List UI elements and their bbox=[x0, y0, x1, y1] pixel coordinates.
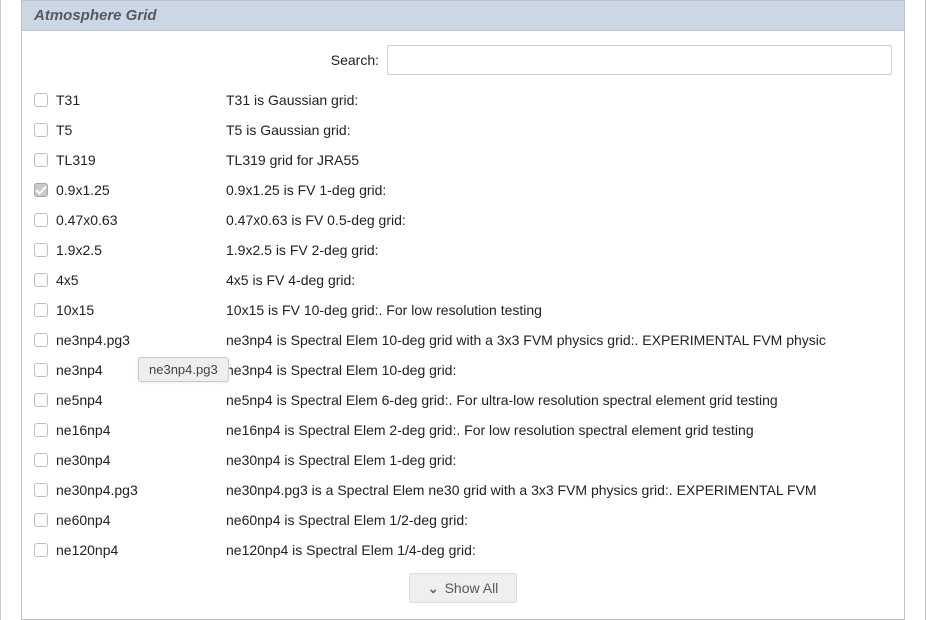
grid-description: ne120np4 is Spectral Elem 1/4-deg grid: bbox=[226, 542, 904, 558]
grid-row: 10x1510x15 is FV 10-deg grid:. For low r… bbox=[22, 295, 904, 325]
grid-checkbox-col bbox=[34, 483, 56, 497]
grid-row: ne120np4ne120np4 is Spectral Elem 1/4-de… bbox=[22, 535, 904, 565]
grid-description: ne3np4 is Spectral Elem 10-deg grid with… bbox=[226, 332, 904, 348]
page-container: Atmosphere Grid Search: T31T31 is Gaussi… bbox=[0, 0, 926, 620]
search-row: Search: bbox=[22, 31, 904, 85]
grid-checkbox[interactable] bbox=[34, 213, 48, 227]
show-all-button[interactable]: ⌄ Show All bbox=[409, 573, 518, 603]
grid-checkbox-col bbox=[34, 213, 56, 227]
footer-row: ⌄ Show All bbox=[22, 565, 904, 613]
grid-checkbox[interactable] bbox=[34, 243, 48, 257]
grid-name[interactable]: 0.9x1.25 bbox=[56, 182, 226, 198]
grid-row: ne60np4ne60np4 is Spectral Elem 1/2-deg … bbox=[22, 505, 904, 535]
grid-row: ne3np4ne3np4 is Spectral Elem 10-deg gri… bbox=[22, 355, 904, 385]
grid-checkbox-col bbox=[34, 363, 56, 377]
grid-name[interactable]: ne30np4.pg3 bbox=[56, 482, 226, 498]
grid-name[interactable]: ne16np4 bbox=[56, 422, 226, 438]
grid-checkbox[interactable] bbox=[34, 303, 48, 317]
grid-row: 1.9x2.51.9x2.5 is FV 2-deg grid: bbox=[22, 235, 904, 265]
grid-name[interactable]: 10x15 bbox=[56, 302, 226, 318]
grid-row: 4x54x5 is FV 4-deg grid: bbox=[22, 265, 904, 295]
grid-checkbox[interactable] bbox=[34, 423, 48, 437]
grid-description: ne3np4 is Spectral Elem 10-deg grid: bbox=[226, 362, 904, 378]
grid-checkbox-col bbox=[34, 273, 56, 287]
panel-title: Atmosphere Grid bbox=[34, 7, 157, 24]
grid-name[interactable]: 1.9x2.5 bbox=[56, 242, 226, 258]
grid-checkbox[interactable] bbox=[34, 363, 48, 377]
grid-row: ne3np4.pg3ne3np4 is Spectral Elem 10-deg… bbox=[22, 325, 904, 355]
grid-description: ne16np4 is Spectral Elem 2-deg grid:. Fo… bbox=[226, 422, 904, 438]
grid-description: TL319 grid for JRA55 bbox=[226, 152, 904, 168]
grid-checkbox-col bbox=[34, 303, 56, 317]
grid-checkbox-col bbox=[34, 513, 56, 527]
grid-row: T31T31 is Gaussian grid: bbox=[22, 85, 904, 115]
grid-description: ne30np4 is Spectral Elem 1-deg grid: bbox=[226, 452, 904, 468]
grid-description: ne30np4.pg3 is a Spectral Elem ne30 grid… bbox=[226, 482, 904, 498]
grid-row: TL319TL319 grid for JRA55 bbox=[22, 145, 904, 175]
grid-checkbox-col bbox=[34, 243, 56, 257]
grid-row: ne5np4ne5np4 is Spectral Elem 6-deg grid… bbox=[22, 385, 904, 415]
grid-description: 10x15 is FV 10-deg grid:. For low resolu… bbox=[226, 302, 904, 318]
grid-checkbox[interactable] bbox=[34, 483, 48, 497]
grid-checkbox[interactable] bbox=[34, 513, 48, 527]
search-label: Search: bbox=[34, 52, 387, 68]
grid-description: 1.9x2.5 is FV 2-deg grid: bbox=[226, 242, 904, 258]
grid-checkbox-col bbox=[34, 333, 56, 347]
grid-name[interactable]: T31 bbox=[56, 92, 226, 108]
grid-checkbox[interactable] bbox=[34, 153, 48, 167]
grid-description: 0.9x1.25 is FV 1-deg grid: bbox=[226, 182, 904, 198]
grid-description: 0.47x0.63 is FV 0.5-deg grid: bbox=[226, 212, 904, 228]
chevron-down-icon: ⌄ bbox=[428, 582, 439, 595]
grid-description: T5 is Gaussian grid: bbox=[226, 122, 904, 138]
grid-name[interactable]: ne60np4 bbox=[56, 512, 226, 528]
atmosphere-grid-panel: Atmosphere Grid Search: T31T31 is Gaussi… bbox=[21, 0, 905, 620]
grid-description: 4x5 is FV 4-deg grid: bbox=[226, 272, 904, 288]
grid-row: ne30np4ne30np4 is Spectral Elem 1-deg gr… bbox=[22, 445, 904, 475]
grid-checkbox[interactable] bbox=[34, 453, 48, 467]
grid-checkbox[interactable] bbox=[34, 183, 48, 197]
grid-name[interactable]: ne30np4 bbox=[56, 452, 226, 468]
grid-name[interactable]: ne3np4.pg3 bbox=[56, 332, 226, 348]
grid-checkbox[interactable] bbox=[34, 123, 48, 137]
grid-description: T31 is Gaussian grid: bbox=[226, 92, 904, 108]
grid-row: ne16np4ne16np4 is Spectral Elem 2-deg gr… bbox=[22, 415, 904, 445]
search-input[interactable] bbox=[387, 45, 892, 75]
grid-checkbox[interactable] bbox=[34, 93, 48, 107]
grid-checkbox-col bbox=[34, 183, 56, 197]
show-all-label: Show All bbox=[445, 580, 499, 596]
grid-name[interactable]: TL319 bbox=[56, 152, 226, 168]
grid-checkbox-col bbox=[34, 543, 56, 557]
grid-checkbox[interactable] bbox=[34, 273, 48, 287]
grid-name[interactable]: 4x5 bbox=[56, 272, 226, 288]
grid-checkbox-col bbox=[34, 393, 56, 407]
grid-row: 0.9x1.250.9x1.25 is FV 1-deg grid: bbox=[22, 175, 904, 205]
grid-tooltip: ne3np4.pg3 bbox=[138, 357, 229, 382]
grid-checkbox[interactable] bbox=[34, 333, 48, 347]
grid-description: ne5np4 is Spectral Elem 6-deg grid:. For… bbox=[226, 392, 904, 408]
grid-name[interactable]: ne5np4 bbox=[56, 392, 226, 408]
grid-row: T5T5 is Gaussian grid: bbox=[22, 115, 904, 145]
grid-checkbox-col bbox=[34, 153, 56, 167]
grid-checkbox-col bbox=[34, 93, 56, 107]
grid-scroll-region[interactable]: T31T31 is Gaussian grid:T5T5 is Gaussian… bbox=[22, 85, 904, 619]
grid-name[interactable]: 0.47x0.63 bbox=[56, 212, 226, 228]
grid-row: 0.47x0.630.47x0.63 is FV 0.5-deg grid: bbox=[22, 205, 904, 235]
grid-body: T31T31 is Gaussian grid:T5T5 is Gaussian… bbox=[22, 85, 904, 565]
grid-name[interactable]: ne120np4 bbox=[56, 542, 226, 558]
grid-row: ne30np4.pg3ne30np4.pg3 is a Spectral Ele… bbox=[22, 475, 904, 505]
grid-checkbox-col bbox=[34, 423, 56, 437]
grid-checkbox-col bbox=[34, 453, 56, 467]
grid-description: ne60np4 is Spectral Elem 1/2-deg grid: bbox=[226, 512, 904, 528]
grid-checkbox-col bbox=[34, 123, 56, 137]
grid-checkbox[interactable] bbox=[34, 393, 48, 407]
grid-name[interactable]: T5 bbox=[56, 122, 226, 138]
panel-header: Atmosphere Grid bbox=[22, 1, 904, 31]
grid-checkbox[interactable] bbox=[34, 543, 48, 557]
